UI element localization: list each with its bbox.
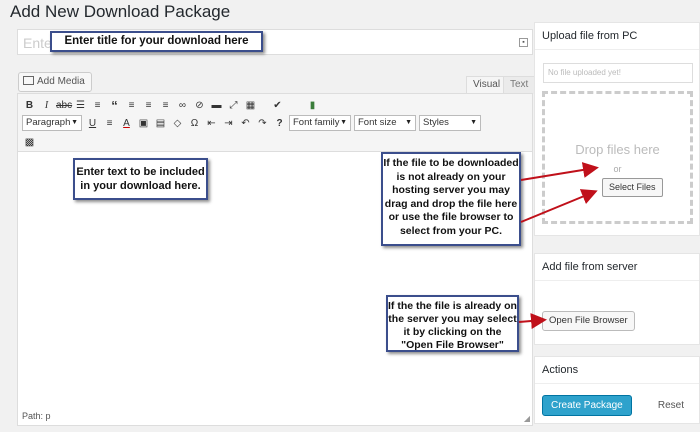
plugin-icon[interactable]: ▩ [22,135,37,150]
upload-box: Upload file from PC No file uploaded yet… [534,22,700,236]
editor-toolbar: B I abc ☰ ≡ “ ≡ ≡ ≡ ∞ ⊘ ▬ ⤢ ▦ ✔ ▮ Paragr… [18,94,532,152]
spellcheck-icon[interactable]: ✔ [270,98,285,113]
select-files-button[interactable]: Select Files [602,178,663,197]
fullscreen-icon[interactable]: ⤢ [226,98,241,113]
justify-icon[interactable]: ≡ [102,116,117,131]
bold-icon[interactable]: B [22,98,37,113]
editor-path: Path: p [22,411,51,421]
undo-icon[interactable]: ↶ [238,116,253,131]
redo-icon[interactable]: ↷ [255,116,270,131]
font-family-select[interactable]: Font family [289,115,351,131]
unlink-icon[interactable]: ⊘ [192,98,207,113]
align-right-icon[interactable]: ≡ [158,98,173,113]
tab-text[interactable]: Text [503,76,536,94]
styles-select[interactable]: Styles [419,115,481,131]
callout-server: If the the file is already on the server… [386,295,519,352]
special-character-icon[interactable]: Ω [187,116,202,131]
media-icon [23,76,34,85]
align-left-icon[interactable]: ≡ [124,98,139,113]
title-placeholder: Ente [23,35,52,51]
resize-handle-icon[interactable]: ◢ [524,414,530,423]
toolbar-row-3: ▩ [22,133,39,151]
underline-icon[interactable]: U [85,116,100,131]
drop-files-text: Drop files here [575,142,660,157]
blockquote-icon[interactable]: “ [107,98,122,113]
open-file-browser-button[interactable]: Open File Browser [542,311,635,331]
clear-formatting-icon[interactable]: ◇ [170,116,185,131]
actions-box: Actions Create Package Reset [534,356,700,424]
tab-visual[interactable]: Visual [466,76,508,94]
strikethrough-icon[interactable]: abc [56,98,72,113]
page-title: Add New Download Package [10,2,231,21]
toolbar-row-1: B I abc ☰ ≡ “ ≡ ≡ ≡ ∞ ⊘ ▬ ⤢ ▦ ✔ ▮ [22,96,322,114]
media-embed-icon[interactable]: ▮ [305,98,320,113]
fullscreen-icon[interactable]: ▪ [519,38,528,47]
callout-file: If the file to be downloaded is not alre… [381,152,521,246]
help-icon[interactable]: ? [272,116,287,131]
drop-zone[interactable]: Drop files here or Select Files [542,91,693,224]
link-icon[interactable]: ∞ [175,98,190,113]
italic-icon[interactable]: I [39,98,54,113]
numbered-list-icon[interactable]: ≡ [90,98,105,113]
callout-title: Enter title for your download here [50,31,263,52]
actions-heading: Actions [535,357,699,384]
toolbar-toggle-icon[interactable]: ▦ [243,98,258,113]
create-package-button[interactable]: Create Package [542,395,632,416]
align-center-icon[interactable]: ≡ [141,98,156,113]
text-color-icon[interactable]: A [119,116,134,131]
paste-text-icon[interactable]: ▣ [136,116,151,131]
server-box: Add file from server Open File Browser [534,253,700,345]
bullet-list-icon[interactable]: ☰ [73,98,88,113]
outdent-icon[interactable]: ⇤ [204,116,219,131]
paste-word-icon[interactable]: ▤ [153,116,168,131]
add-media-label: Add Media [37,76,85,87]
server-heading: Add file from server [535,254,699,281]
upload-status: No file uploaded yet! [543,63,693,83]
font-size-select[interactable]: Font size [354,115,416,131]
content-editor: B I abc ☰ ≡ “ ≡ ≡ ≡ ∞ ⊘ ▬ ⤢ ▦ ✔ ▮ Paragr… [17,93,533,426]
format-select[interactable]: Paragraph [22,115,82,131]
callout-text: Enter text to be included in your downlo… [73,158,208,200]
indent-icon[interactable]: ⇥ [221,116,236,131]
or-text: or [613,164,622,174]
toolbar-row-2: Paragraph U ≡ A ▣ ▤ ◇ Ω ⇤ ⇥ ↶ ↷ ? Font f… [22,114,484,132]
upload-heading: Upload file from PC [535,23,699,50]
add-media-button[interactable]: Add Media [18,72,92,92]
reset-link[interactable]: Reset [658,400,684,411]
read-more-icon[interactable]: ▬ [209,98,224,113]
